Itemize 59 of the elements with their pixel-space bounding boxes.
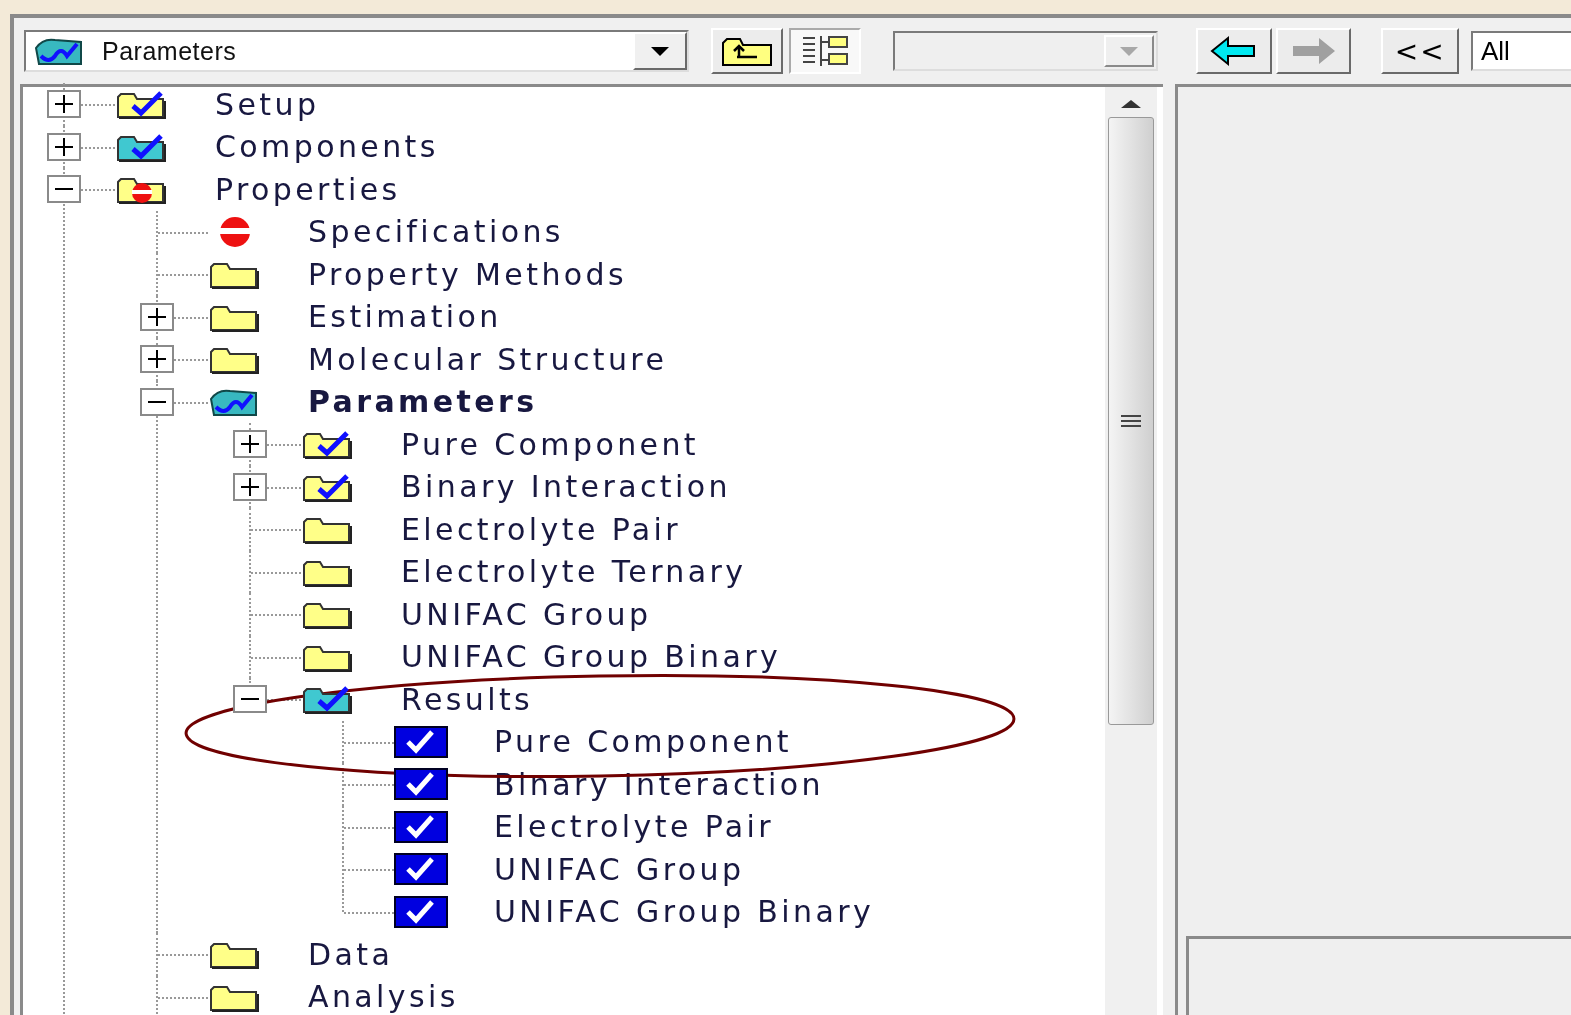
location-dropdown[interactable]: Parameters — [24, 30, 690, 72]
tree-item[interactable]: UNIFAC Group Binary — [401, 639, 782, 675]
tree-item[interactable]: Analysis — [308, 979, 459, 1015]
expander-button[interactable] — [233, 472, 267, 501]
tree-view-button[interactable] — [789, 28, 861, 74]
tree-item[interactable]: Components — [215, 129, 439, 165]
expander-button[interactable] — [140, 387, 174, 416]
plus-icon — [241, 477, 259, 496]
expander-button[interactable] — [233, 430, 267, 458]
tree-item[interactable]: Binary Interaction — [401, 469, 731, 505]
minus-icon — [55, 188, 73, 190]
minus-icon — [241, 698, 259, 700]
grip-icon — [1120, 414, 1142, 428]
expander-button[interactable] — [47, 175, 81, 203]
tree-item[interactable]: UNIFAC Group — [401, 596, 652, 632]
previous-button[interactable]: << — [1381, 28, 1459, 74]
tree-item[interactable]: Properties — [215, 171, 401, 207]
dropdown-button[interactable] — [633, 32, 688, 70]
plus-icon — [55, 137, 73, 156]
plus-icon — [148, 307, 166, 326]
tree-item[interactable]: UNIFAC Group Binary — [494, 894, 875, 930]
tree-item[interactable]: Data — [308, 936, 394, 972]
minus-icon — [148, 400, 166, 403]
folder-up-button[interactable] — [711, 28, 784, 74]
tree-item[interactable]: Parameters — [308, 384, 538, 420]
expander-button[interactable] — [47, 90, 81, 118]
checkbox-icon — [394, 768, 448, 801]
tree-item[interactable]: Results — [401, 681, 534, 717]
back-button[interactable] — [1195, 28, 1272, 74]
tree-item[interactable]: Electrolyte Pair — [401, 511, 682, 547]
scroll-up-icon — [1120, 99, 1142, 109]
tree-item[interactable]: Electrolyte Ternary — [401, 554, 747, 590]
tree-item[interactable]: Property Methods — [308, 256, 628, 292]
tree-item[interactable]: Pure Component — [494, 724, 792, 760]
checkbox-icon — [394, 725, 448, 758]
tree-item[interactable]: Electrolyte Pair — [494, 809, 775, 845]
plus-icon — [55, 95, 73, 113]
expander-button[interactable] — [140, 302, 174, 331]
tree-item[interactable]: Binary Interaction — [494, 766, 824, 802]
tree-item[interactable]: Setup — [215, 86, 320, 122]
expander-button[interactable] — [47, 132, 81, 161]
checkbox-icon — [394, 895, 448, 928]
plus-icon — [148, 350, 166, 368]
tree-item[interactable]: Specifications — [308, 214, 564, 250]
plus-icon — [241, 435, 259, 453]
folder-up-icon — [721, 35, 774, 67]
checkbox-icon — [394, 810, 448, 843]
filter-field[interactable]: All — [1471, 31, 1571, 71]
tree-item[interactable]: Molecular Structure — [308, 341, 668, 377]
caret-icon — [649, 45, 672, 57]
expander-button[interactable] — [140, 345, 174, 373]
expander-button[interactable] — [233, 685, 267, 713]
tree-item[interactable]: Estimation — [308, 299, 502, 335]
scrollbar[interactable] — [1105, 87, 1157, 1015]
checkbox-icon — [394, 853, 448, 886]
tree-item[interactable]: UNIFAC Group — [494, 851, 745, 887]
location-value: Parameters — [102, 36, 238, 66]
tree-item[interactable]: Pure Component — [401, 426, 699, 462]
scrollbar-thumb[interactable] — [1108, 117, 1154, 725]
